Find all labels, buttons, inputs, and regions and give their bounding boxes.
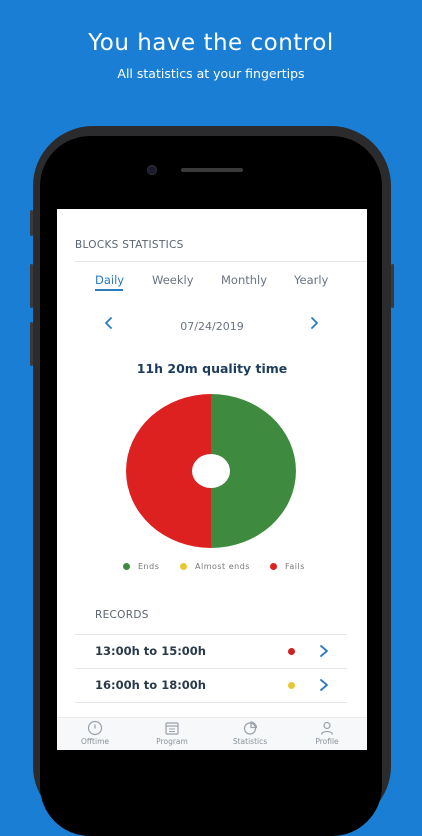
calendar-icon	[165, 722, 179, 735]
records-title: RECORDS	[95, 609, 149, 621]
clock-icon	[87, 720, 103, 736]
legend-fails: Fails	[270, 562, 305, 571]
nav-item-profile[interactable]: Profile	[297, 720, 357, 746]
chevron-right-icon[interactable]	[318, 644, 330, 658]
legend-label-fails: Fails	[285, 562, 305, 571]
nav-label-program: Program	[156, 737, 188, 746]
pie-center-hole	[192, 454, 230, 488]
pie-chart	[126, 394, 296, 548]
record-status-dot	[288, 682, 295, 689]
hero-subtitle: All statistics at your fingertips	[117, 66, 305, 81]
tab-monthly[interactable]: Monthly	[221, 273, 267, 287]
nav-label-offtime: Offtime	[80, 737, 109, 746]
nav-label-statistics: Statistics	[232, 737, 268, 746]
side-button-left-3	[30, 322, 33, 366]
side-button-left-1	[30, 210, 33, 236]
legend-ends: Ends	[123, 562, 159, 571]
record-time: 16:00h to 18:00h	[95, 678, 206, 692]
legend-dot-fails	[270, 563, 277, 570]
bottom-navigation: Offtime Program Statistics Profile	[57, 717, 367, 750]
nav-label-profile: Profile	[315, 737, 339, 746]
header-divider	[75, 261, 367, 262]
nav-item-statistics[interactable]: Statistics	[220, 720, 280, 746]
tab-daily[interactable]: Daily	[95, 273, 124, 287]
quality-time: 11h 20m quality time	[136, 361, 288, 376]
pie-chart-icon	[243, 721, 258, 735]
camera	[147, 165, 157, 175]
legend-dot-almost-ends	[180, 563, 187, 570]
legend-label-almost-ends: Almost ends	[195, 562, 250, 571]
phone-screen: BLOCKS STATISTICS Daily Weekly Monthly Y…	[57, 209, 367, 750]
chevron-right-icon[interactable]	[318, 678, 330, 692]
tab-weekly[interactable]: Weekly	[152, 273, 194, 287]
legend-label-ends: Ends	[138, 562, 160, 571]
side-button-left-2	[30, 264, 33, 308]
record-time: 13:00h to 15:00h	[95, 644, 206, 658]
blocks-statistics-title: BLOCKS STATISTICS	[75, 239, 184, 251]
legend-dot-ends	[123, 563, 130, 570]
record-row[interactable]: 16:00h to 18:00h	[75, 669, 347, 701]
record-status-dot	[288, 648, 295, 655]
legend-almost-ends: Almost ends	[180, 562, 250, 571]
tab-daily-underline	[95, 289, 123, 291]
speaker	[181, 168, 243, 172]
nav-item-program[interactable]: Program	[142, 720, 202, 746]
chevron-right-icon[interactable]	[307, 316, 321, 330]
nav-item-offtime[interactable]: Offtime	[65, 720, 125, 746]
user-icon	[320, 721, 334, 735]
records-divider	[75, 702, 347, 703]
record-row[interactable]: 13:00h to 15:00h	[75, 635, 347, 667]
side-button-right	[391, 264, 394, 308]
hero-title: You have the control	[88, 30, 334, 56]
tab-yearly[interactable]: Yearly	[294, 273, 328, 287]
